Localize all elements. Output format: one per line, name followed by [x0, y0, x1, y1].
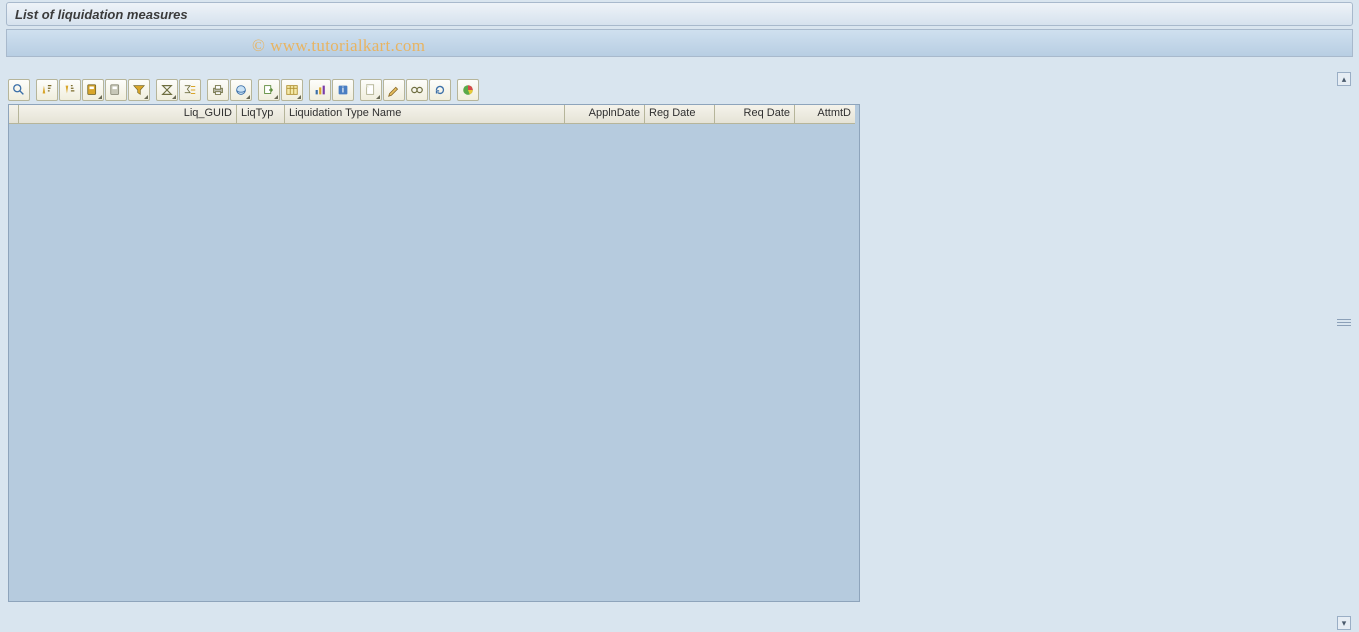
- export-button[interactable]: [258, 79, 280, 101]
- col-apln-date[interactable]: ApplnDate: [565, 105, 645, 124]
- alv-toolbar: i: [8, 78, 480, 102]
- create-button[interactable]: [360, 79, 382, 101]
- page-title: List of liquidation measures: [15, 7, 188, 22]
- views-button[interactable]: [230, 79, 252, 101]
- watermark: © www.tutorialkart.com: [252, 36, 425, 56]
- details-button[interactable]: [8, 79, 30, 101]
- watermark-text: www.tutorialkart.com: [270, 36, 425, 56]
- graphic-button[interactable]: [309, 79, 331, 101]
- col-liq-type-name[interactable]: Liquidation Type Name: [285, 105, 565, 124]
- find-button[interactable]: [82, 79, 104, 101]
- col-liq-guid[interactable]: Liq_GUID: [19, 105, 237, 124]
- chart-button[interactable]: [457, 79, 479, 101]
- change-button[interactable]: [383, 79, 405, 101]
- filter-button[interactable]: [128, 79, 150, 101]
- col-attmt-d[interactable]: AttmtD: [795, 105, 855, 124]
- svg-text:i: i: [342, 86, 344, 95]
- sort-asc-button[interactable]: [36, 79, 58, 101]
- find-next-button[interactable]: [105, 79, 127, 101]
- display-button[interactable]: [406, 79, 428, 101]
- refresh-button[interactable]: [429, 79, 451, 101]
- row-selector-column[interactable]: [9, 105, 19, 124]
- copyright-symbol: ©: [252, 36, 265, 56]
- subtotal-button[interactable]: [179, 79, 201, 101]
- grid-header-row: Liq_GUID LiqTyp Liquidation Type Name Ap…: [9, 105, 859, 124]
- scroll-down-button[interactable]: ▾: [1337, 616, 1351, 630]
- scroll-thumb[interactable]: [1337, 310, 1351, 334]
- scroll-up-button[interactable]: ▴: [1337, 72, 1351, 86]
- col-reg-date[interactable]: Reg Date: [645, 105, 715, 124]
- layout-button[interactable]: [281, 79, 303, 101]
- total-button[interactable]: [156, 79, 178, 101]
- col-req-date[interactable]: Req Date: [715, 105, 795, 124]
- title-bar: List of liquidation measures: [6, 2, 1353, 26]
- application-toolbar-area: [6, 29, 1353, 57]
- col-liqtyp[interactable]: LiqTyp: [237, 105, 285, 124]
- info-button[interactable]: i: [332, 79, 354, 101]
- print-button[interactable]: [207, 79, 229, 101]
- sort-desc-button[interactable]: [59, 79, 81, 101]
- alv-grid[interactable]: Liq_GUID LiqTyp Liquidation Type Name Ap…: [8, 104, 860, 602]
